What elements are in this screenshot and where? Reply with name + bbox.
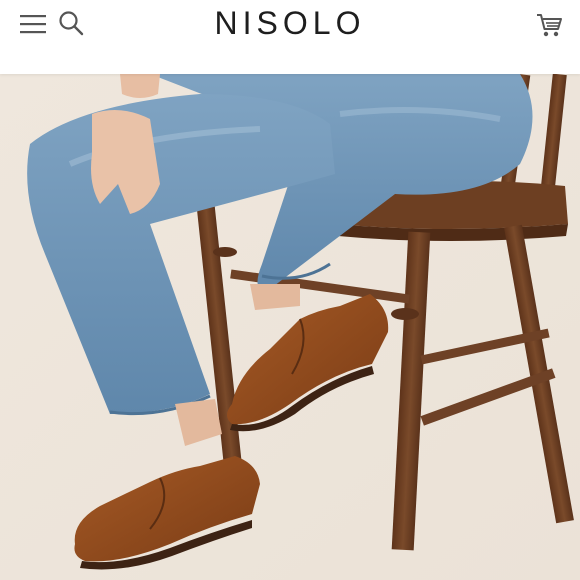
site-header: NISOLO <box>0 0 580 74</box>
shopping-cart-icon <box>537 14 562 37</box>
hero-illustration <box>0 74 580 580</box>
cart-button[interactable] <box>532 8 566 42</box>
ankle <box>250 284 300 310</box>
menu-button[interactable] <box>18 10 48 38</box>
brand-logo[interactable]: NISOLO <box>215 5 366 41</box>
hamburger-menu-icon <box>20 15 46 34</box>
hero-image[interactable] <box>0 74 580 580</box>
search-button[interactable] <box>56 8 86 38</box>
search-icon <box>59 11 84 36</box>
